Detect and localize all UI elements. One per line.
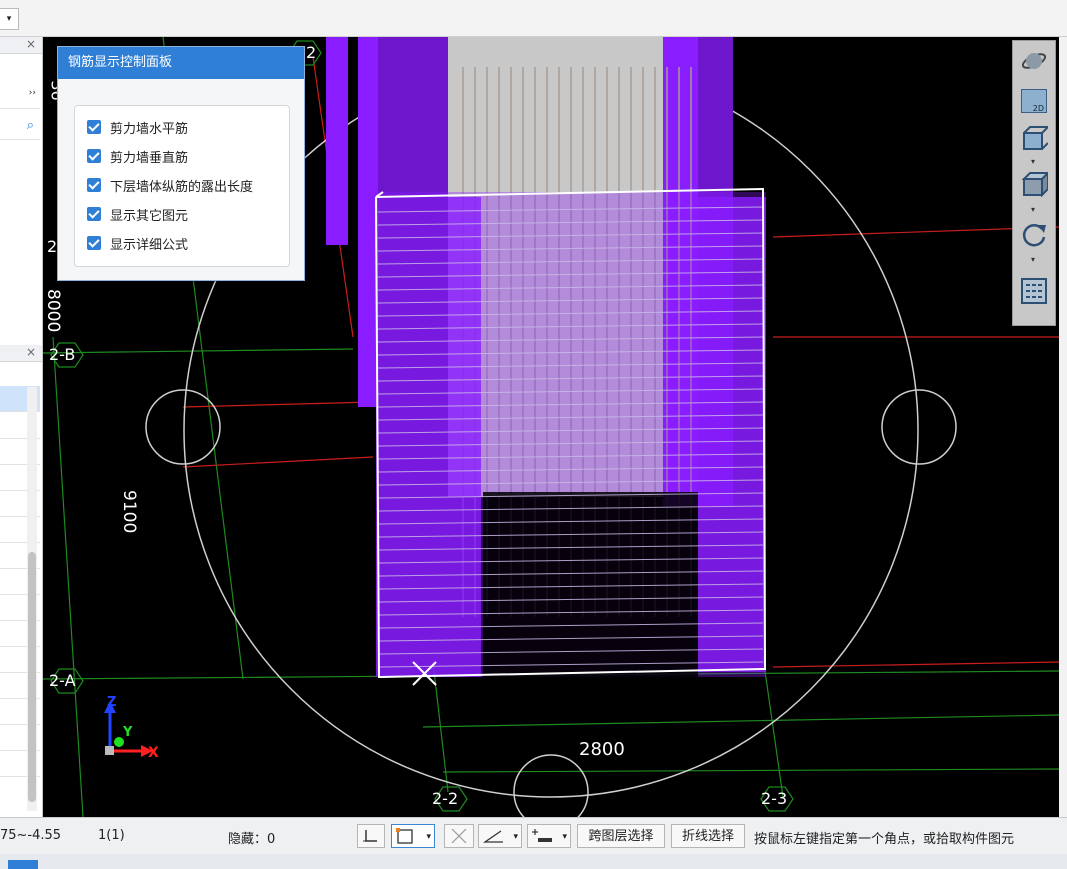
close-icon[interactable]: × bbox=[26, 37, 36, 51]
offset-button[interactable]: ▾ bbox=[527, 824, 571, 848]
cross-layer-select-button[interactable]: 跨图层选择 bbox=[577, 824, 665, 848]
option-shear-wall-vertical[interactable]: 剪力墙垂直筋 bbox=[87, 145, 188, 167]
scrollbar-thumb[interactable] bbox=[28, 552, 36, 802]
scrollbar[interactable] bbox=[27, 387, 37, 811]
gizmo-y-label: Y bbox=[123, 725, 133, 740]
expand-icon[interactable]: ›› bbox=[29, 88, 36, 98]
axis-label-2b: 2-B bbox=[49, 345, 76, 364]
option-label: 下层墙体纵筋的露出长度 bbox=[110, 179, 254, 195]
view-2d-label: 2D bbox=[1021, 89, 1047, 113]
layer-indicator: 1(1) bbox=[98, 828, 125, 843]
hidden-count: 隐藏：0 bbox=[228, 832, 276, 847]
panel-title[interactable]: 钢筋显示控制面板 bbox=[58, 47, 304, 79]
checkbox-checked-icon[interactable] bbox=[87, 178, 101, 192]
checkbox-checked-icon[interactable] bbox=[87, 120, 101, 134]
taskbar-strip bbox=[0, 854, 1067, 869]
chevron-down-icon[interactable]: ▾ bbox=[513, 825, 518, 849]
taskbar-app-icon[interactable] bbox=[8, 860, 38, 869]
option-lower-wall-exposed-length[interactable]: 下层墙体纵筋的露出长度 bbox=[87, 174, 253, 196]
chevron-down-icon[interactable]: ▾ bbox=[1031, 205, 1037, 214]
search-icon[interactable]: ⌕ bbox=[27, 118, 34, 133]
dimension-2800: 2800 bbox=[579, 739, 625, 760]
box-select-button[interactable]: ▾ bbox=[391, 824, 435, 848]
left-panel-search[interactable]: ⌕ bbox=[0, 115, 40, 140]
angle-button[interactable]: ▾ bbox=[478, 824, 522, 848]
rebar-options-group: 剪力墙水平筋 剪力墙垂直筋 下层墙体纵筋的露出长度 显示其它图元 显示详细公式 bbox=[74, 105, 290, 267]
close-icon[interactable]: × bbox=[26, 345, 36, 359]
option-show-detailed-formula[interactable]: 显示详细公式 bbox=[87, 232, 188, 254]
chevron-down-icon[interactable]: ▾ bbox=[1031, 255, 1037, 264]
cross-icon bbox=[451, 828, 467, 844]
left-panel-row[interactable]: ›› bbox=[0, 82, 40, 109]
checkbox-checked-icon[interactable] bbox=[87, 207, 101, 221]
left-dock-panel: × ›› ⌕ × bbox=[0, 37, 43, 817]
gizmo-x-label: X bbox=[148, 745, 159, 761]
layout-grid-icon[interactable] bbox=[1019, 277, 1049, 305]
offset-icon bbox=[532, 829, 552, 842]
option-label: 显示其它图元 bbox=[110, 208, 189, 224]
dimension-8000: 8000 bbox=[43, 289, 63, 333]
left-panel-header-2: × bbox=[0, 345, 42, 362]
polyline-select-button[interactable]: 折线选择 bbox=[671, 824, 745, 848]
checkbox-checked-icon[interactable] bbox=[87, 149, 101, 163]
cross-select-button[interactable] bbox=[444, 824, 474, 848]
rotate-icon[interactable] bbox=[1019, 221, 1049, 249]
view-toolbar: 2D ▾ ▾ ▾ bbox=[1012, 40, 1056, 326]
axis-label-2a: 2-A bbox=[49, 671, 76, 690]
angle-icon bbox=[482, 830, 503, 843]
right-dock-strip bbox=[1059, 37, 1067, 817]
left-panel-header: × bbox=[0, 37, 42, 54]
box-select-icon bbox=[396, 828, 413, 844]
option-label: 剪力墙垂直筋 bbox=[110, 150, 189, 166]
chevron-down-icon[interactable]: ▾ bbox=[1031, 157, 1037, 166]
snap-corner-button[interactable] bbox=[357, 824, 385, 848]
rebar-display-control-panel: 钢筋显示控制面板 剪力墙水平筋 剪力墙垂直筋 下层墙体纵筋的露出长度 显示其它图… bbox=[57, 46, 305, 281]
view-cube-icon[interactable] bbox=[1019, 171, 1049, 199]
status-bar: 75~-4.55 1(1) 隐藏：0 ▾ ▾ ▾ 跨图层选择 折线选择 按鼠标左… bbox=[0, 817, 1067, 854]
axis-label-2-2: 2-2 bbox=[432, 789, 459, 808]
dimension-9100: 9100 bbox=[119, 490, 139, 534]
status-hint: 按鼠标左键指定第一个角点，或拾取构件图元 bbox=[754, 832, 1015, 847]
axis-label-2-3: 2-3 bbox=[761, 789, 788, 808]
orbit-icon[interactable] bbox=[1019, 47, 1049, 75]
option-shear-wall-horizontal[interactable]: 剪力墙水平筋 bbox=[87, 116, 188, 138]
axis-label-left-2: 2 bbox=[47, 237, 58, 256]
option-show-other-elements[interactable]: 显示其它图元 bbox=[87, 203, 188, 225]
gizmo-z-label: Z bbox=[107, 695, 117, 710]
chevron-down-icon[interactable]: ▾ bbox=[562, 825, 567, 849]
view-2d-icon[interactable]: 2D bbox=[1019, 87, 1049, 115]
shear-wall-box bbox=[376, 192, 766, 677]
chevron-down-icon[interactable]: ▾ bbox=[426, 825, 431, 849]
view-3d-box-icon[interactable] bbox=[1019, 125, 1049, 153]
checkbox-checked-icon[interactable] bbox=[87, 236, 101, 250]
top-toolbar: ▾ bbox=[0, 0, 1067, 37]
option-label: 显示详细公式 bbox=[110, 237, 189, 253]
corner-snap-icon bbox=[363, 830, 377, 842]
chevron-down-icon[interactable]: ▾ bbox=[0, 8, 19, 30]
elevation-range: 75~-4.55 bbox=[0, 828, 62, 843]
axis-label-top-2: 2 bbox=[306, 43, 317, 62]
option-label: 剪力墙水平筋 bbox=[110, 121, 189, 137]
